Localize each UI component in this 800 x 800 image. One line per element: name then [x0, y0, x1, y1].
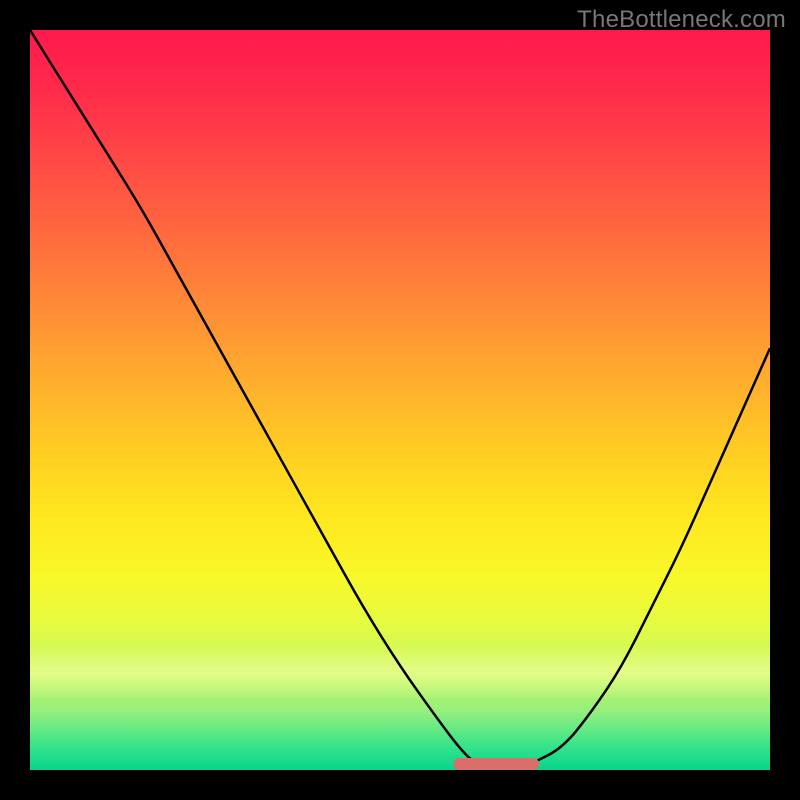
curve-path — [30, 30, 770, 770]
chart-frame: TheBottleneck.com — [0, 0, 800, 800]
plot-area — [30, 30, 770, 770]
watermark-text: TheBottleneck.com — [577, 6, 786, 34]
bottleneck-curve — [30, 30, 770, 770]
